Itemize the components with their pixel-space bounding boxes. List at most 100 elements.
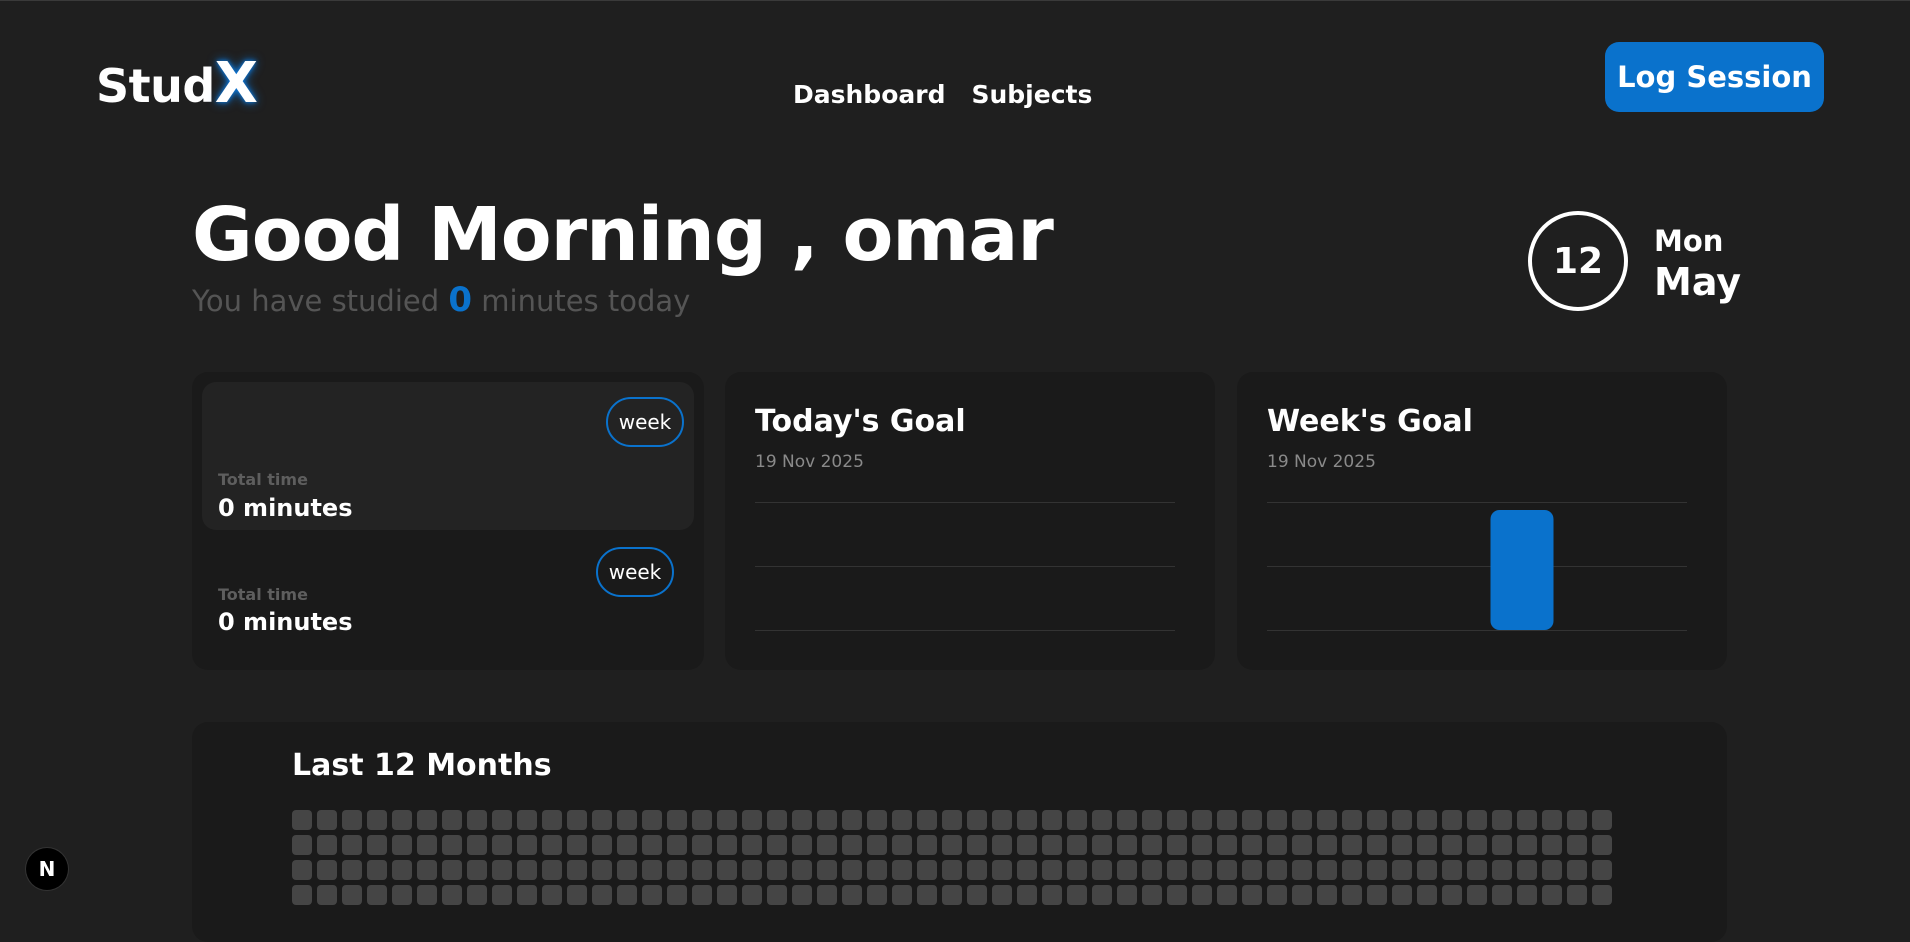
heatmap-cell[interactable] xyxy=(342,810,362,830)
heatmap-cell[interactable] xyxy=(592,835,612,855)
heatmap-cell[interactable] xyxy=(792,885,812,905)
heatmap-cell[interactable] xyxy=(1342,860,1362,880)
heatmap-cell[interactable] xyxy=(1042,860,1062,880)
heatmap-cell[interactable] xyxy=(1167,885,1187,905)
heatmap-cell[interactable] xyxy=(1542,835,1562,855)
heatmap-cell[interactable] xyxy=(992,860,1012,880)
heatmap-cell[interactable] xyxy=(667,860,687,880)
heatmap-cell[interactable] xyxy=(617,810,637,830)
heatmap-cell[interactable] xyxy=(767,810,787,830)
heatmap-cell[interactable] xyxy=(892,835,912,855)
heatmap-cell[interactable] xyxy=(692,860,712,880)
heatmap-cell[interactable] xyxy=(1017,860,1037,880)
heatmap-cell[interactable] xyxy=(1017,835,1037,855)
heatmap-cell[interactable] xyxy=(1117,885,1137,905)
heatmap-cell[interactable] xyxy=(342,885,362,905)
heatmap-cell[interactable] xyxy=(1242,835,1262,855)
heatmap-cell[interactable] xyxy=(1117,810,1137,830)
heatmap-cell[interactable] xyxy=(892,860,912,880)
heatmap-cell[interactable] xyxy=(892,885,912,905)
heatmap-cell[interactable] xyxy=(1542,885,1562,905)
heatmap-cell[interactable] xyxy=(742,860,762,880)
heatmap-cell[interactable] xyxy=(467,885,487,905)
heatmap-cell[interactable] xyxy=(1392,885,1412,905)
heatmap-cell[interactable] xyxy=(1517,860,1537,880)
heatmap-cell[interactable] xyxy=(942,885,962,905)
heatmap-cell[interactable] xyxy=(1217,810,1237,830)
heatmap-cell[interactable] xyxy=(1042,810,1062,830)
heatmap-cell[interactable] xyxy=(742,810,762,830)
heatmap-cell[interactable] xyxy=(292,810,312,830)
heatmap-cell[interactable] xyxy=(567,835,587,855)
heatmap-cell[interactable] xyxy=(592,810,612,830)
heatmap-cell[interactable] xyxy=(467,860,487,880)
heatmap-cell[interactable] xyxy=(867,810,887,830)
heatmap-cell[interactable] xyxy=(517,860,537,880)
heatmap-cell[interactable] xyxy=(817,860,837,880)
heatmap-cell[interactable] xyxy=(1492,860,1512,880)
heatmap-cell[interactable] xyxy=(492,885,512,905)
heatmap-cell[interactable] xyxy=(1217,860,1237,880)
heatmap-cell[interactable] xyxy=(692,835,712,855)
heatmap-cell[interactable] xyxy=(1592,860,1612,880)
heatmap-cell[interactable] xyxy=(1567,810,1587,830)
heatmap-cell[interactable] xyxy=(1367,810,1387,830)
heatmap-cell[interactable] xyxy=(767,860,787,880)
heatmap-cell[interactable] xyxy=(1342,810,1362,830)
heatmap-cell[interactable] xyxy=(1242,885,1262,905)
heatmap-cell[interactable] xyxy=(1167,835,1187,855)
heatmap-cell[interactable] xyxy=(792,860,812,880)
heatmap-cell[interactable] xyxy=(1267,835,1287,855)
heatmap-cell[interactable] xyxy=(842,810,862,830)
heatmap-cell[interactable] xyxy=(1142,885,1162,905)
heatmap-cell[interactable] xyxy=(1192,860,1212,880)
heatmap-cell[interactable] xyxy=(1317,810,1337,830)
heatmap-cell[interactable] xyxy=(667,810,687,830)
heatmap-cell[interactable] xyxy=(1292,885,1312,905)
heatmap-cell[interactable] xyxy=(1242,860,1262,880)
heatmap-cell[interactable] xyxy=(1217,885,1237,905)
heatmap-cell[interactable] xyxy=(967,860,987,880)
heatmap-cell[interactable] xyxy=(792,810,812,830)
period-toggle-button[interactable]: week xyxy=(596,547,674,597)
heatmap-cell[interactable] xyxy=(317,835,337,855)
studx-logo[interactable]: StudX xyxy=(96,56,258,112)
heatmap-cell[interactable] xyxy=(367,885,387,905)
heatmap-cell[interactable] xyxy=(392,835,412,855)
heatmap-cell[interactable] xyxy=(1467,810,1487,830)
heatmap-cell[interactable] xyxy=(1467,885,1487,905)
heatmap-cell[interactable] xyxy=(717,810,737,830)
heatmap-cell[interactable] xyxy=(1467,835,1487,855)
heatmap-cell[interactable] xyxy=(842,885,862,905)
heatmap-cell[interactable] xyxy=(417,810,437,830)
heatmap-cell[interactable] xyxy=(517,885,537,905)
heatmap-cell[interactable] xyxy=(317,885,337,905)
heatmap-cell[interactable] xyxy=(1367,885,1387,905)
heatmap-cell[interactable] xyxy=(1517,835,1537,855)
heatmap-cell[interactable] xyxy=(1067,885,1087,905)
heatmap-cell[interactable] xyxy=(1167,810,1187,830)
heatmap-cell[interactable] xyxy=(1242,810,1262,830)
heatmap-cell[interactable] xyxy=(392,860,412,880)
heatmap-cell[interactable] xyxy=(417,860,437,880)
heatmap-cell[interactable] xyxy=(817,835,837,855)
heatmap-cell[interactable] xyxy=(992,835,1012,855)
heatmap-cell[interactable] xyxy=(1367,835,1387,855)
heatmap-cell[interactable] xyxy=(692,810,712,830)
heatmap-cell[interactable] xyxy=(1517,885,1537,905)
heatmap-cell[interactable] xyxy=(867,835,887,855)
heatmap-cell[interactable] xyxy=(1542,810,1562,830)
heatmap-cell[interactable] xyxy=(617,885,637,905)
heatmap-cell[interactable] xyxy=(542,835,562,855)
heatmap-cell[interactable] xyxy=(767,885,787,905)
heatmap-cell[interactable] xyxy=(1367,860,1387,880)
heatmap-cell[interactable] xyxy=(367,835,387,855)
heatmap-cell[interactable] xyxy=(342,860,362,880)
heatmap-cell[interactable] xyxy=(492,860,512,880)
heatmap-cell[interactable] xyxy=(1417,885,1437,905)
heatmap-cell[interactable] xyxy=(1567,835,1587,855)
heatmap-cell[interactable] xyxy=(1592,810,1612,830)
heatmap-cell[interactable] xyxy=(867,860,887,880)
heatmap-cell[interactable] xyxy=(317,860,337,880)
heatmap-cell[interactable] xyxy=(392,810,412,830)
